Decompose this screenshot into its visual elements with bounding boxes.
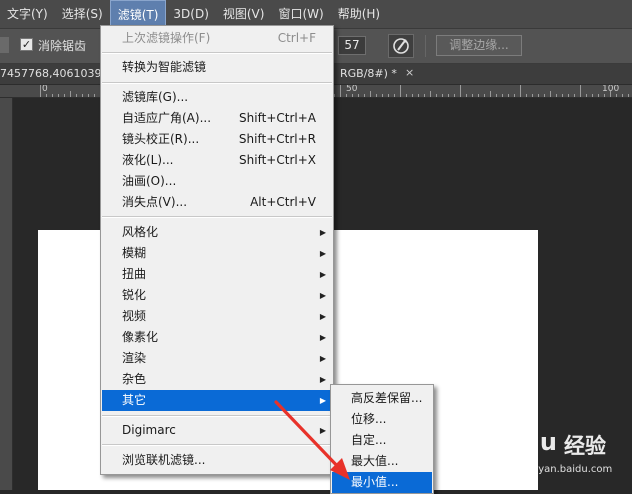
watermark-logo: Baidu	[480, 428, 557, 456]
watermark-brand: 经验	[564, 434, 606, 458]
watermark-url: jingyan.baidu.com	[520, 464, 613, 475]
baidu-jingyan-watermark: Baidu 经验 jingyan.baidu.com	[480, 428, 632, 490]
annotation-arrow-icon	[274, 400, 350, 480]
